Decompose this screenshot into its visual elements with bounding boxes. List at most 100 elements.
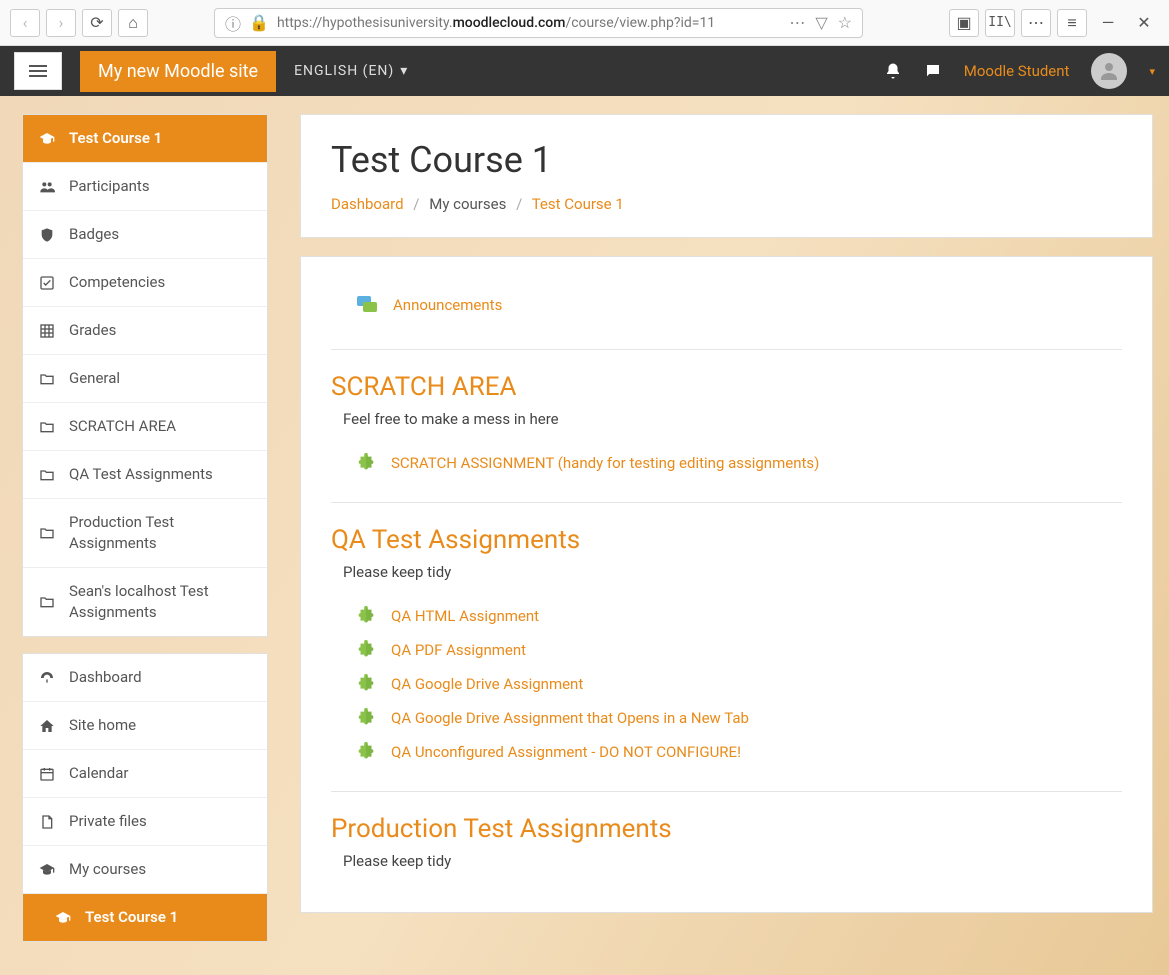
sidebar-item-my-courses[interactable]: My courses <box>23 846 267 894</box>
activity-row[interactable]: QA Google Drive Assignment that Opens in… <box>331 701 1122 735</box>
sidebar-item-label: General <box>69 368 251 389</box>
back-button[interactable]: ‹ <box>10 9 40 37</box>
page-title: Test Course 1 <box>331 139 1122 181</box>
graduation-icon <box>39 131 57 147</box>
chevron-down-icon: ▾ <box>400 63 408 79</box>
url-text: https://hypothesisuniversity.moodlecloud… <box>277 15 715 31</box>
reload-button[interactable]: ⟳ <box>82 9 112 37</box>
reader-button[interactable]: ▣ <box>949 9 979 37</box>
sidebar-item-label: Test Course 1 <box>85 907 251 928</box>
activity-row[interactable]: QA Unconfigured Assignment - DO NOT CONF… <box>331 735 1122 769</box>
activity-announcements[interactable]: Announcements <box>331 287 1122 327</box>
sidebar-item-site-home[interactable]: Site home <box>23 702 267 750</box>
users-icon <box>39 179 57 195</box>
user-name[interactable]: Moodle Student <box>964 62 1070 80</box>
lock-icon: 🔒 <box>249 13 269 32</box>
chat-icon[interactable] <box>924 62 942 80</box>
sidebar-item-production-test-assignments[interactable]: Production Test Assignments <box>23 499 267 568</box>
file-icon <box>39 814 57 830</box>
user-menu-caret[interactable]: ▾ <box>1149 65 1155 78</box>
activity-link[interactable]: Announcements <box>393 296 502 314</box>
activity-link[interactable]: QA HTML Assignment <box>391 607 539 625</box>
sidebar-item-label: Grades <box>69 320 251 341</box>
activity-row[interactable]: QA Google Drive Assignment <box>331 667 1122 701</box>
url-bar[interactable]: ⓘ 🔒 https://hypothesisuniversity.moodlec… <box>214 8 863 38</box>
section-description: Please keep tidy <box>343 852 1122 870</box>
close-button[interactable]: ✕ <box>1129 9 1159 37</box>
puzzle-icon <box>355 707 377 729</box>
graduation-icon <box>39 862 57 878</box>
sidebar-item-label: Badges <box>69 224 251 245</box>
menu-button[interactable]: ≡ <box>1057 9 1087 37</box>
site-topbar: My new Moodle site ENGLISH (EN) ▾ Moodle… <box>0 46 1169 96</box>
sidebar-item-participants[interactable]: Participants <box>23 163 267 211</box>
puzzle-icon <box>355 673 377 695</box>
sidebar: Test Course 1 Participants Badges Competenc… <box>22 114 268 958</box>
breadcrumb-dashboard[interactable]: Dashboard <box>331 195 404 213</box>
sidebar-item-test-course-1[interactable]: Test Course 1 <box>23 894 267 941</box>
dashboard-icon <box>39 670 57 686</box>
sidebar-item-competencies[interactable]: Competencies <box>23 259 267 307</box>
activity-link[interactable]: QA Unconfigured Assignment - DO NOT CONF… <box>391 743 741 761</box>
sidebar-item-label: Competencies <box>69 272 251 293</box>
bell-icon[interactable] <box>884 62 902 80</box>
section-description: Please keep tidy <box>343 563 1122 581</box>
sidebar-item-label: My courses <box>69 859 251 880</box>
page-body: Test Course 1 Participants Badges Competenc… <box>0 96 1169 975</box>
folder-icon <box>39 419 57 435</box>
sidebar-item-sean-s-localhost-test-assignments[interactable]: Sean's localhost Test Assignments <box>23 568 267 636</box>
section-heading[interactable]: Production Test Assignments <box>331 814 1122 844</box>
library-button[interactable]: II\ <box>985 9 1015 37</box>
graduation-icon <box>55 910 73 926</box>
sidebar-item-scratch-area[interactable]: SCRATCH AREA <box>23 403 267 451</box>
activity-row[interactable]: SCRATCH ASSIGNMENT (handy for testing ed… <box>331 446 1122 480</box>
section-divider <box>331 502 1122 503</box>
pocket-icon[interactable]: ▽ <box>815 13 827 32</box>
sidebar-item-label: Site home <box>69 715 251 736</box>
course-content-card: Announcements SCRATCH AREAFeel free to m… <box>300 256 1153 913</box>
site-title[interactable]: My new Moodle site <box>80 51 276 92</box>
sidebar-item-dashboard[interactable]: Dashboard <box>23 654 267 702</box>
sidebar-item-label: Sean's localhost Test Assignments <box>69 581 251 623</box>
star-icon[interactable]: ☆ <box>838 13 852 32</box>
sidebar-item-private-files[interactable]: Private files <box>23 798 267 846</box>
puzzle-icon <box>355 741 377 763</box>
sidebar-item-badges[interactable]: Badges <box>23 211 267 259</box>
forward-button[interactable]: › <box>46 9 76 37</box>
site-nav-block: Dashboard Site home Calendar Private files M… <box>22 653 268 942</box>
sidebar-item-label: Production Test Assignments <box>69 512 251 554</box>
sidebar-item-calendar[interactable]: Calendar <box>23 750 267 798</box>
activity-link[interactable]: SCRATCH ASSIGNMENT (handy for testing ed… <box>391 454 819 472</box>
activity-row[interactable]: QA HTML Assignment <box>331 599 1122 633</box>
avatar[interactable] <box>1091 53 1127 89</box>
info-icon: ⓘ <box>225 11 241 35</box>
folder-icon <box>39 371 57 387</box>
more-icon[interactable]: ⋯ <box>789 13 805 32</box>
browser-toolbar: ‹ › ⟳ ⌂ ⓘ 🔒 https://hypothesisuniversity… <box>0 0 1169 46</box>
language-dropdown[interactable]: ENGLISH (EN) ▾ <box>294 63 408 79</box>
section-divider <box>331 349 1122 350</box>
activity-link[interactable]: QA Google Drive Assignment <box>391 675 583 693</box>
sidebar-item-grades[interactable]: Grades <box>23 307 267 355</box>
overflow-button[interactable]: ⋯ <box>1021 9 1051 37</box>
folder-icon <box>39 467 57 483</box>
activity-link[interactable]: QA PDF Assignment <box>391 641 526 659</box>
sidebar-item-label: SCRATCH AREA <box>69 416 251 437</box>
forum-icon <box>355 293 379 317</box>
home-button[interactable]: ⌂ <box>118 9 148 37</box>
sidebar-item-test-course-1[interactable]: Test Course 1 <box>23 115 267 163</box>
activity-row[interactable]: QA PDF Assignment <box>331 633 1122 667</box>
puzzle-icon <box>355 639 377 661</box>
section-heading[interactable]: SCRATCH AREA <box>331 372 1122 402</box>
sidebar-item-general[interactable]: General <box>23 355 267 403</box>
folder-icon <box>39 525 57 541</box>
breadcrumb: Dashboard / My courses / Test Course 1 <box>331 195 1122 213</box>
minimize-button[interactable]: — <box>1093 9 1123 37</box>
section-heading[interactable]: QA Test Assignments <box>331 525 1122 555</box>
sidebar-item-label: Participants <box>69 176 251 197</box>
sidebar-item-qa-test-assignments[interactable]: QA Test Assignments <box>23 451 267 499</box>
activity-link[interactable]: QA Google Drive Assignment that Opens in… <box>391 709 749 727</box>
sidebar-item-label: Private files <box>69 811 251 832</box>
nav-toggle-button[interactable] <box>14 52 62 90</box>
breadcrumb-current[interactable]: Test Course 1 <box>532 195 624 213</box>
